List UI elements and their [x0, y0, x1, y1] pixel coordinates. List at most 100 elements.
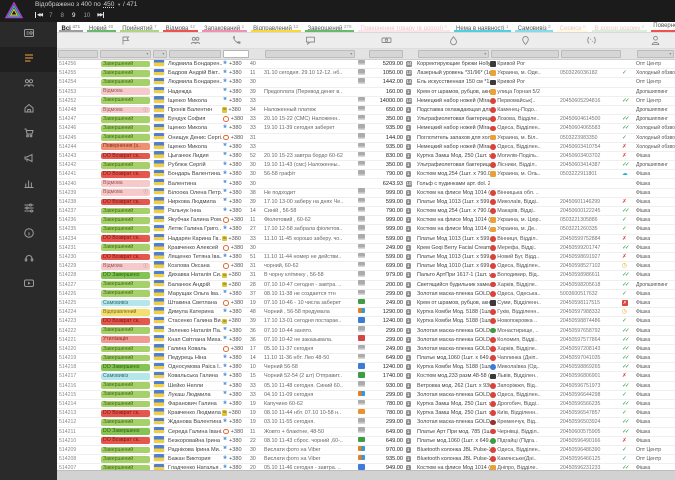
client-phone[interactable]: *+380 [222, 290, 250, 298]
table-row[interactable]: 514228DO ЗавершеноДихавка Наталія Си..li… [57, 271, 675, 280]
client-phone[interactable]: *+380 [222, 189, 250, 197]
client-phone[interactable]: *+380 [222, 372, 250, 380]
status-tab[interactable]: Повернення товару (в дорозі)0 [356, 22, 452, 32]
client-phone[interactable]: *+380 [222, 400, 250, 408]
table-row[interactable]: 514247ЗавершенийБундук София+3803320.10 … [57, 115, 675, 124]
client-phone[interactable]: *+380 [222, 152, 250, 160]
status-tab[interactable]: В дорозі додому0 [590, 22, 649, 32]
status-tab[interactable]: Новий48 [85, 22, 118, 32]
status-tab[interactable]: Відправлений12 [249, 22, 303, 32]
filter-ttn[interactable] [561, 50, 621, 59]
filter-id[interactable] [58, 50, 98, 59]
sidebar-item-statistics[interactable] [0, 172, 57, 197]
displayed-range[interactable]: Відображено з 400 по 450 ▼ / 471 [35, 1, 137, 8]
client-phone[interactable]: *+380 [222, 60, 250, 68]
filter-phone[interactable] [223, 50, 249, 59]
table-row[interactable]: 514229ВідмоваⓘКозлова Оксана+38031чорний… [57, 262, 675, 271]
chevron-down-icon[interactable]: ▼ [117, 2, 121, 7]
client-phone[interactable]: *+380 [222, 437, 250, 445]
client-phone[interactable]: +380 [222, 345, 250, 353]
client-phone[interactable]: +380 [222, 244, 250, 252]
client-phone[interactable]: *+380 [222, 455, 250, 463]
table-row[interactable]: 514255ЗавершенийБадров Андрій Вікт..*+38… [57, 69, 675, 78]
client-phone[interactable]: lic+380 [222, 317, 250, 325]
client-phone[interactable]: lic+380 [222, 106, 250, 114]
table-row[interactable]: 514213DO Возврат ск..Кравченко Людмилаli… [57, 409, 675, 418]
table-row[interactable]: 514242ЗавершенийРублюк Сергій*+3803019.1… [57, 161, 675, 170]
range-end[interactable]: 450 [104, 1, 115, 8]
table-row[interactable]: 514227ЗавершенийБаланюк Андрійlic+380280… [57, 281, 675, 290]
client-phone[interactable]: *+380 [222, 336, 250, 344]
table-row[interactable]: 514223DO Возврат ск..Стасенко Галина Ви.… [57, 317, 675, 326]
table-row[interactable]: 514210DO Возврат ск..Безкоровайна Ірина*… [57, 437, 675, 446]
table-row[interactable]: 514211DO ЗавершеноСереда Галина Івані..+… [57, 428, 675, 437]
table-row[interactable]: 514208ЗавершенийБажан Виктория*+38030Вис… [57, 455, 675, 464]
table-row[interactable]: 514244Повернення (з..Іщенко Микола*+3803… [57, 143, 675, 152]
client-phone[interactable]: *+380 [222, 327, 250, 335]
first-page-icon[interactable]: ◀◀ [35, 12, 42, 18]
table-row[interactable]: 514256ЗавершенийЛюдмила Бондарен..*+3804… [57, 60, 675, 69]
client-phone[interactable]: *+380 [222, 391, 250, 399]
page-number[interactable]: 10 [83, 12, 90, 19]
table-row[interactable]: 514224ВідправленийДимула Катерина*+38048… [57, 308, 675, 317]
sidebar-item-orders[interactable] [0, 47, 57, 72]
client-phone[interactable]: +380 [222, 262, 250, 270]
client-phone[interactable]: *+380 [222, 354, 250, 362]
filter-product[interactable] [418, 50, 489, 59]
sidebar-item-dashboard[interactable] [0, 22, 57, 47]
client-phone[interactable]: *+380 [222, 207, 250, 215]
filter-delivery[interactable] [491, 50, 559, 59]
table-row[interactable]: 514238DO Возврат ск..Ниркова Людмила*+38… [57, 198, 675, 207]
app-logo-icon[interactable] [5, 2, 23, 24]
client-phone[interactable]: *+380 [222, 308, 250, 316]
table-row[interactable]: 514237ЗавершенийРальчук Інна*+38014Синій… [57, 207, 675, 216]
table-row[interactable]: 514212ЗавершенийЖданова Валентина*+38019… [57, 418, 675, 427]
table-row[interactable]: 514254ЗавершенийЛюдмила Бондарен..*+3803… [57, 78, 675, 87]
table-row[interactable]: 514217СамовивізКовальська Галина*+38015Ч… [57, 372, 675, 381]
client-phone[interactable]: *+380 [222, 78, 250, 86]
sidebar-item-support[interactable] [0, 247, 57, 272]
client-phone[interactable]: *+380 [222, 88, 250, 96]
client-phone[interactable]: *+380 [222, 198, 250, 206]
table-row[interactable]: 514220ЗавершенийГалина Коваль+3801705.10… [57, 345, 675, 354]
table-row[interactable]: 514240ВідмоваВалентина*+380306243.9310Го… [57, 179, 675, 188]
client-phone[interactable]: *+380 [222, 180, 250, 188]
table-row[interactable]: 514241DO Возврат ск..Бондарь Валентина..… [57, 170, 675, 179]
sidebar-item-purchases[interactable] [0, 122, 57, 147]
sidebar-item-clients[interactable] [0, 72, 57, 97]
table-row[interactable]: 514248ВідмоваⓘПронів Валентинlic+38034На… [57, 106, 675, 115]
client-phone[interactable]: *+380 [222, 124, 250, 132]
last-page-icon[interactable]: ▶▶ [97, 12, 104, 18]
client-phone[interactable]: *+380 [222, 69, 250, 77]
status-tab[interactable]: Всі471 [57, 22, 85, 32]
page-number[interactable]: 7 [49, 12, 52, 19]
client-phone[interactable]: *+380 [222, 418, 250, 426]
status-tab[interactable]: Повернення ( [649, 22, 675, 32]
status-tab[interactable]: Прийнятий7 [118, 22, 161, 32]
client-phone[interactable]: +380 [222, 216, 250, 224]
table-row[interactable]: 514218DO ЗавершеноОдносумова Раіса І..*+… [57, 363, 675, 372]
filter-comment[interactable] [265, 50, 355, 59]
filter-status[interactable] [100, 50, 151, 59]
table-row[interactable]: 514221УтилізаціяКнап Світлана Миха..*+38… [57, 336, 675, 345]
client-phone[interactable]: lic+380 [222, 271, 250, 279]
table-row[interactable]: 514230DO Возврат ск..Лященко Тетяна Іва.… [57, 253, 675, 262]
client-phone[interactable]: +380 [222, 428, 250, 436]
table-row[interactable]: 514245ЗавершенийОнищук Денис Сергі..+380… [57, 134, 675, 143]
sidebar-item-info[interactable] [0, 222, 57, 247]
filter-manager[interactable] [637, 50, 674, 59]
table-row[interactable]: 514226ЗавершенийМарущак Ольга Іва..*+380… [57, 290, 675, 299]
client-phone[interactable]: *+380 [222, 97, 250, 105]
client-phone[interactable]: *+380 [222, 382, 250, 390]
table-row[interactable]: 514239ВідмоваⓘБілоока Олена Петр..*+3803… [57, 189, 675, 198]
table-row[interactable]: 514214ЗавершенийФаранович Галина*+38019К… [57, 400, 675, 409]
sidebar-item-settings[interactable] [0, 197, 57, 222]
filter-country[interactable] [153, 50, 167, 59]
table-row[interactable]: 514235ЗавершенийЛетяк Галина Григо..*+38… [57, 225, 675, 234]
client-phone[interactable]: *+380 [222, 225, 250, 233]
status-tab[interactable]: Завершений278 [303, 22, 356, 32]
table-row[interactable]: 514252ЗавершенийІщенко Микола*+380331400… [57, 97, 675, 106]
sidebar-item-video[interactable] [0, 272, 57, 297]
filter-client[interactable] [169, 50, 221, 59]
client-phone[interactable]: *+380 [222, 363, 250, 371]
